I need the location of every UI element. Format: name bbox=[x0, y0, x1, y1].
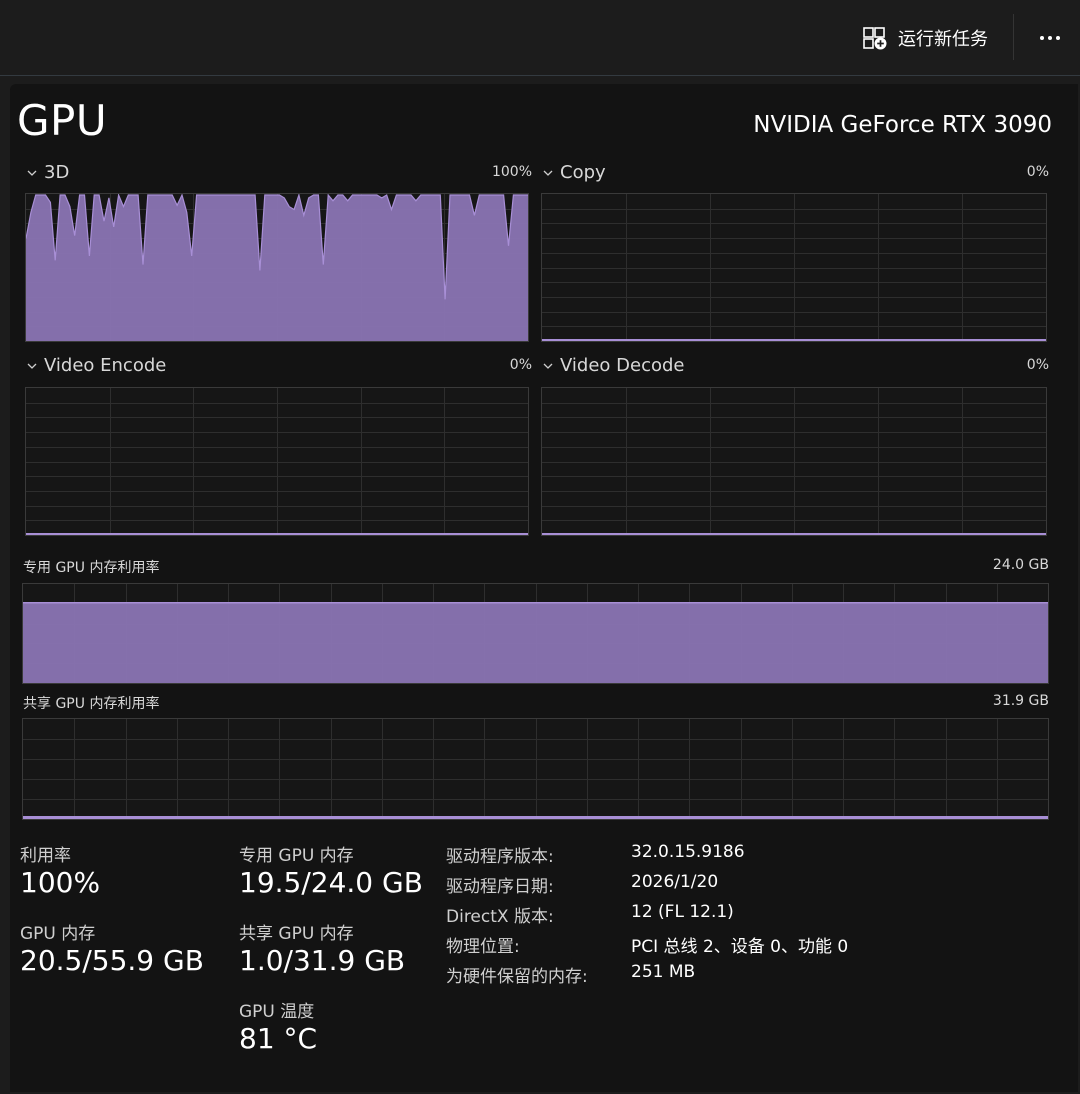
chevron-down-icon bbox=[543, 170, 553, 176]
utilization-value: 100% bbox=[20, 866, 101, 899]
chevron-down-icon bbox=[27, 363, 37, 369]
graph-copy bbox=[541, 193, 1047, 342]
graph-video-decode bbox=[541, 387, 1047, 536]
gpu-memory-value: 20.5/55.9 GB bbox=[20, 944, 204, 977]
driver-version-value: 32.0.15.9186 bbox=[631, 842, 745, 862]
engine-value: 0% bbox=[1026, 164, 1049, 180]
engine-selector-video-decode[interactable]: Video Decode bbox=[542, 355, 685, 376]
gpu-model-name: NVIDIA GeForce RTX 3090 bbox=[753, 112, 1052, 138]
engine-value: 0% bbox=[509, 357, 532, 373]
graph-video-decode-svg bbox=[542, 388, 1046, 535]
graph-dedicated-memory bbox=[22, 583, 1049, 684]
engine-selector-3d[interactable]: 3D bbox=[26, 162, 69, 183]
dedicated-memory-value: 19.5/24.0 GB bbox=[239, 866, 423, 899]
physical-location-value: PCI 总线 2、设备 0、功能 0 bbox=[631, 937, 849, 957]
graph-dedicated-memory-fill bbox=[23, 602, 1048, 683]
graph-shared-memory-fill bbox=[23, 816, 1048, 819]
shared-memory-graph-value: 31.9 GB bbox=[992, 693, 1049, 709]
engine-label: 3D bbox=[44, 162, 70, 183]
more-options-button[interactable] bbox=[1030, 22, 1070, 54]
engine-selector-video-encode[interactable]: Video Encode bbox=[26, 355, 166, 376]
graph-3d-area bbox=[26, 195, 528, 341]
engine-value: 100% bbox=[491, 164, 532, 180]
graph-3d bbox=[25, 193, 529, 342]
shared-memory-graph-label: 共享 GPU 内存利用率 bbox=[23, 696, 160, 712]
gpu-temperature-value: 81 °C bbox=[239, 1022, 318, 1055]
driver-version-key: 驱动程序版本: bbox=[446, 847, 554, 867]
reserved-memory-value: 251 MB bbox=[631, 962, 696, 982]
graph-shared-memory-svg bbox=[23, 719, 1048, 819]
dedicated-memory-graph-value: 24.0 GB bbox=[992, 557, 1049, 573]
graph-video-encode-svg bbox=[26, 388, 528, 535]
task-manager-window: 运行新任务 GPU NVIDIA GeForce RTX 3090 3D 100… bbox=[0, 0, 1080, 1094]
chevron-down-icon bbox=[543, 363, 553, 369]
dedicated-memory-label: 专用 GPU 内存 bbox=[239, 846, 354, 866]
shared-memory-label: 共享 GPU 内存 bbox=[239, 924, 354, 944]
reserved-memory-key: 为硬件保留的内存: bbox=[446, 967, 588, 987]
gpu-memory-label: GPU 内存 bbox=[20, 924, 96, 944]
run-new-task-label: 运行新任务 bbox=[898, 29, 988, 50]
run-new-task-icon bbox=[863, 27, 887, 50]
engine-label: Copy bbox=[560, 162, 606, 183]
run-new-task-button[interactable]: 运行新任务 bbox=[862, 22, 988, 54]
more-options-icon bbox=[1040, 36, 1044, 40]
driver-date-key: 驱动程序日期: bbox=[446, 877, 554, 897]
shared-memory-value: 1.0/31.9 GB bbox=[239, 944, 406, 977]
utilization-label: 利用率 bbox=[20, 846, 71, 866]
engine-selector-copy[interactable]: Copy bbox=[542, 162, 606, 183]
engine-label: Video Encode bbox=[44, 355, 167, 376]
graph-3d-svg bbox=[26, 194, 528, 341]
directx-version-value: 12 (FL 12.1) bbox=[631, 902, 734, 922]
page-title: GPU bbox=[17, 96, 108, 145]
graph-dedicated-memory-svg bbox=[23, 584, 1048, 683]
directx-version-key: DirectX 版本: bbox=[446, 907, 554, 927]
command-bar: 运行新任务 bbox=[0, 0, 1080, 76]
graph-shared-memory bbox=[22, 718, 1049, 820]
driver-date-value: 2026/1/20 bbox=[631, 872, 719, 892]
chevron-down-icon bbox=[27, 170, 37, 176]
graph-copy-svg bbox=[542, 194, 1046, 341]
dedicated-memory-graph-label: 专用 GPU 内存利用率 bbox=[23, 560, 160, 576]
command-bar-separator bbox=[1013, 14, 1014, 60]
graph-video-encode bbox=[25, 387, 529, 536]
physical-location-key: 物理位置: bbox=[446, 937, 520, 957]
engine-label: Video Decode bbox=[560, 355, 685, 376]
gpu-temperature-label: GPU 温度 bbox=[239, 1002, 315, 1022]
engine-value: 0% bbox=[1026, 357, 1049, 373]
